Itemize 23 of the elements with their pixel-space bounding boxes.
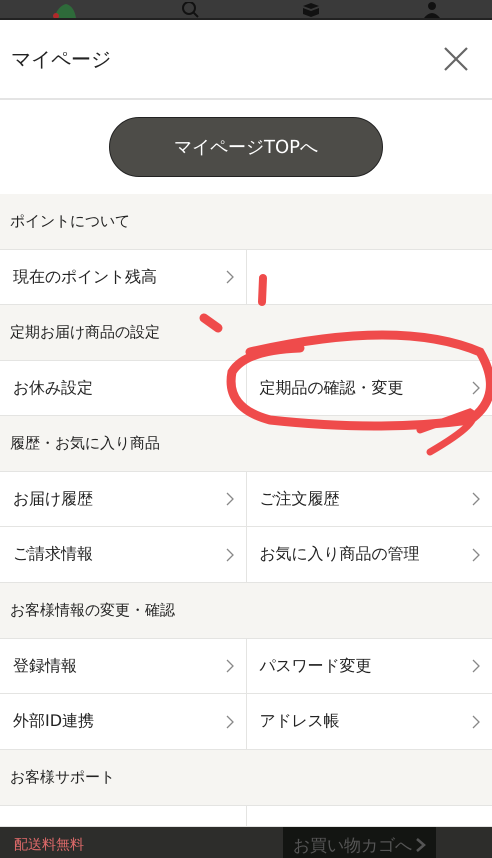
- mypage-top-button[interactable]: マイページTOPへ: [109, 117, 383, 177]
- pen-stroke: [200, 314, 222, 332]
- chevron-icon: [416, 838, 426, 852]
- shipping-note: 配送料無料: [14, 836, 84, 854]
- chevron-icon: [226, 548, 234, 562]
- chevron-icon: [226, 714, 234, 728]
- close-icon[interactable]: [443, 46, 469, 72]
- section-title: お客様情報の変更・確認: [10, 601, 175, 620]
- chevron-icon: [472, 381, 480, 395]
- section-title: ポイントについて: [10, 212, 130, 231]
- chevron-icon: [226, 659, 234, 673]
- menu-title: マイページ: [11, 46, 111, 72]
- pen-stroke: [416, 408, 477, 456]
- chevron-icon: [226, 492, 234, 506]
- section-title: 定期お届け商品の設定: [10, 323, 160, 342]
- pen-stroke: [258, 274, 267, 306]
- chevron-icon: [226, 270, 234, 284]
- section-title: お客様サポート: [10, 768, 115, 787]
- section-title: 履歴・お気に入り商品: [10, 434, 160, 453]
- chevron-icon: [472, 714, 480, 728]
- chevron-icon: [472, 659, 480, 673]
- chevron-icon: [472, 548, 480, 562]
- chevron-icon: [472, 492, 480, 506]
